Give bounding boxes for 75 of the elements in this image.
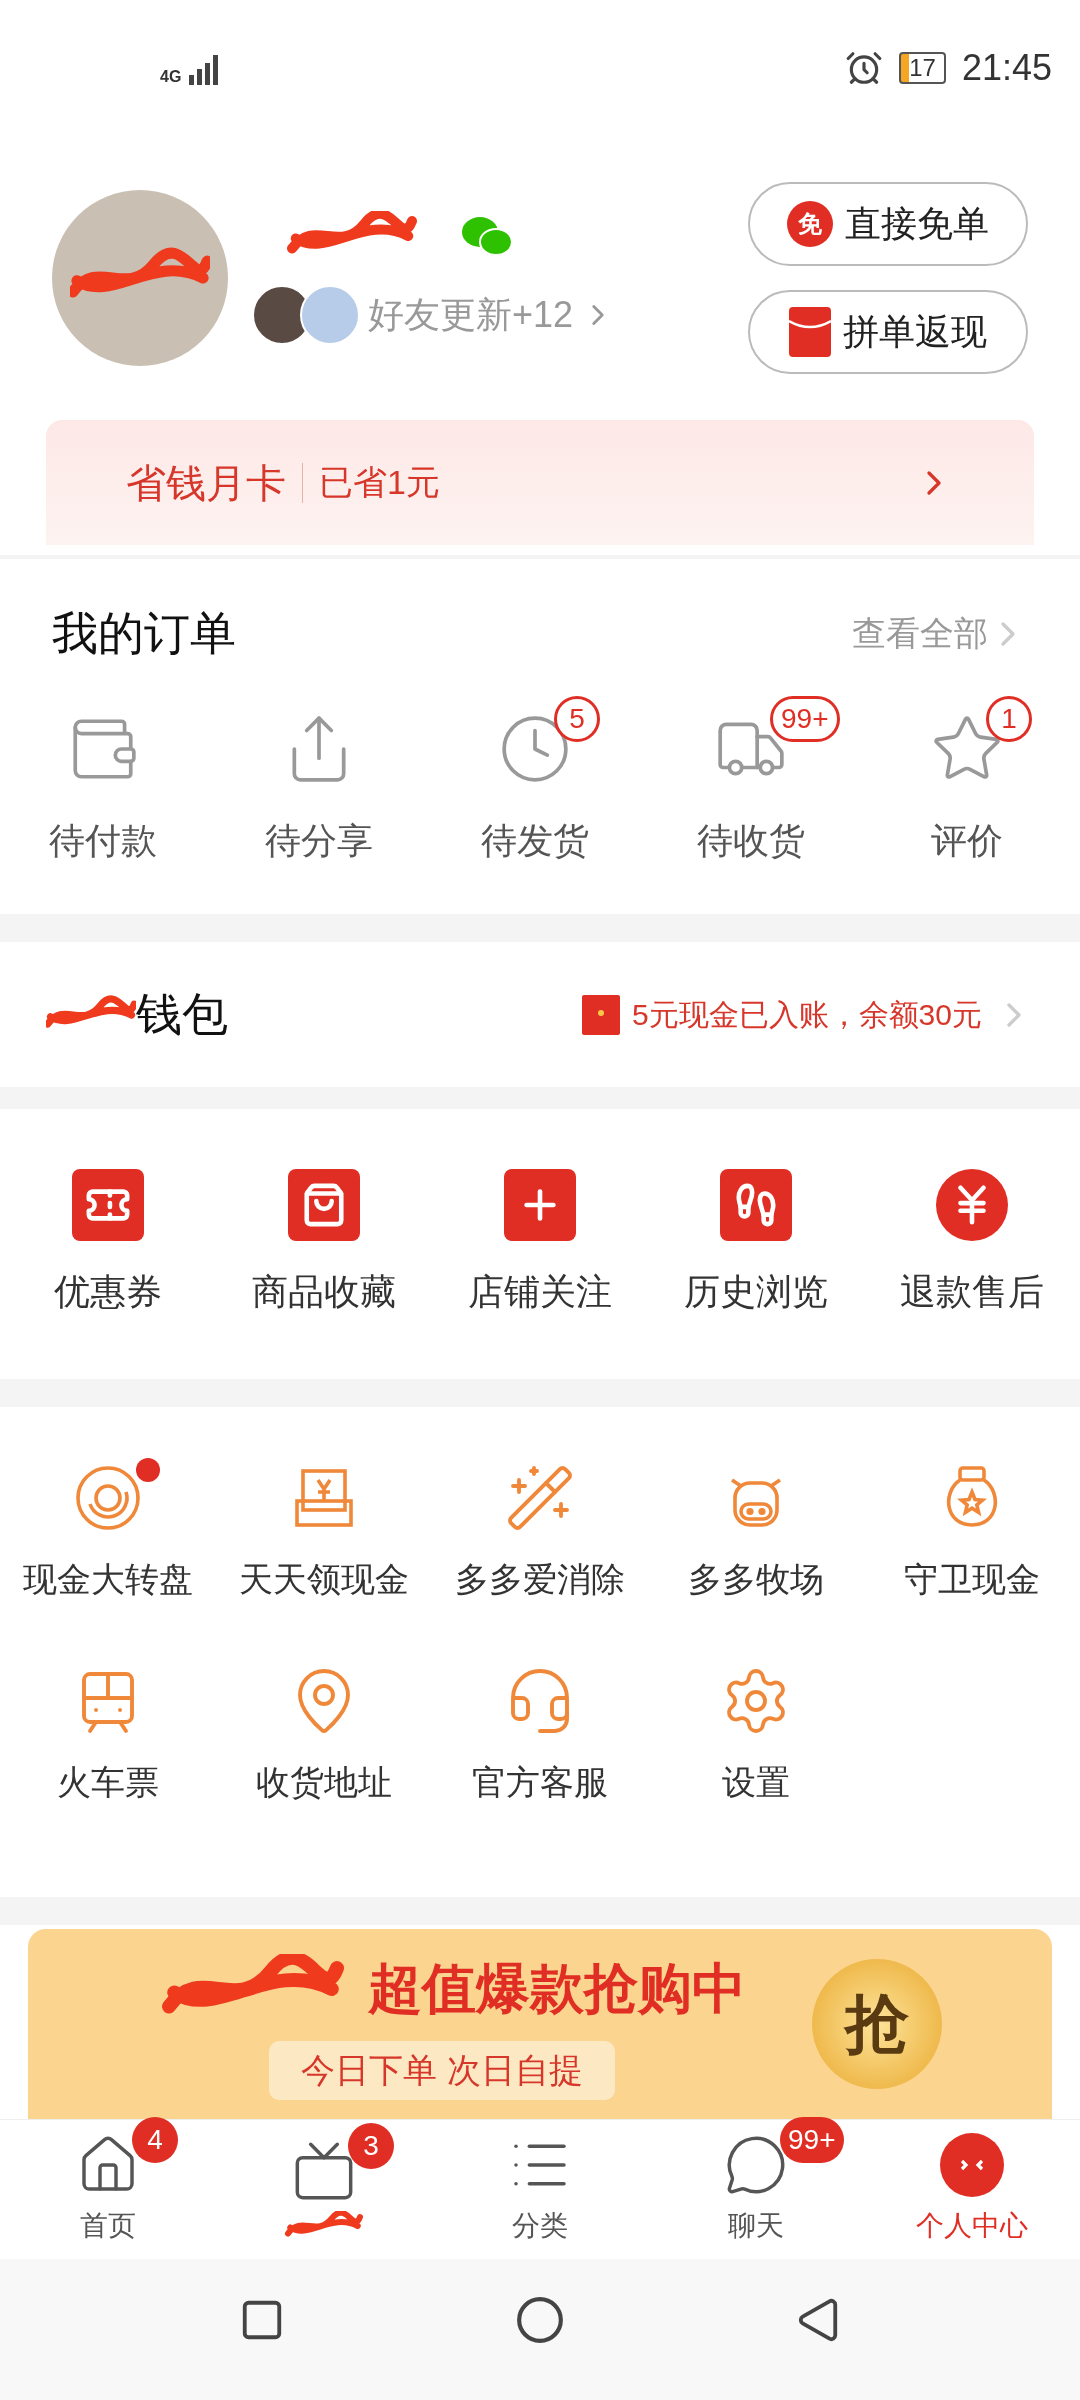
section-title: 钱包 bbox=[136, 987, 228, 1042]
count-badge: 5 bbox=[554, 696, 600, 742]
envelope-icon bbox=[789, 306, 831, 357]
shortcut-item[interactable]: 商品收藏 bbox=[216, 1169, 432, 1319]
promo-banner[interactable]: 超值爆款抢购中 今日下单 次日自提 抢 bbox=[28, 1929, 1052, 2119]
savings-card-title: 省钱月卡 bbox=[126, 459, 286, 507]
order-status-item[interactable]: 待分享 bbox=[216, 692, 432, 868]
shortcut-label: 店铺关注 bbox=[468, 1270, 612, 1314]
tool-label: 多多牧场 bbox=[688, 1559, 824, 1600]
tab-bar-item[interactable]: 个人中心 bbox=[864, 2120, 1080, 2259]
order-status-label: 待付款 bbox=[49, 819, 157, 863]
shortcut-item[interactable]: 优惠券 bbox=[0, 1169, 216, 1319]
tool-label: 设置 bbox=[722, 1762, 790, 1803]
tab-bar-item[interactable]: 3 bbox=[216, 2120, 432, 2259]
order-status-item[interactable]: 5 待发货 bbox=[432, 692, 648, 868]
tool-label: 官方客服 bbox=[472, 1762, 608, 1803]
tool-item[interactable]: 官方客服 bbox=[432, 1665, 648, 1808]
clock-time: 21:45 bbox=[961, 45, 1052, 90]
tool-item[interactable]: 设置 bbox=[648, 1665, 864, 1808]
smile-face-icon bbox=[940, 2132, 1004, 2197]
order-status-item[interactable]: 99+ 待收货 bbox=[648, 692, 864, 868]
count-badge: 1 bbox=[986, 696, 1032, 742]
battery-indicator: 17 bbox=[899, 51, 946, 84]
ticket-icon bbox=[72, 1169, 144, 1241]
profile-action-button[interactable]: 免 直接免单 bbox=[748, 181, 1028, 266]
banner-subtitle: 今日下单 次日自提 bbox=[269, 2041, 615, 2100]
network-label: 4G bbox=[160, 68, 182, 85]
tool-item[interactable]: 收货地址 bbox=[216, 1665, 432, 1808]
tab-label: 首页 bbox=[80, 2208, 136, 2243]
tab-bar-item[interactable]: 分类 bbox=[432, 2120, 648, 2259]
tab-label: 分类 bbox=[512, 2208, 568, 2243]
shortcut-item[interactable]: 历史浏览 bbox=[648, 1169, 864, 1319]
tool-label: 现金大转盘 bbox=[23, 1559, 193, 1600]
order-status-label: 待发货 bbox=[481, 819, 589, 863]
tool-item[interactable]: 火车票 bbox=[0, 1665, 216, 1808]
tool-label: 天天领现金 bbox=[239, 1559, 409, 1600]
home-button[interactable] bbox=[515, 2294, 565, 2345]
tool-item[interactable]: 多多牧场 bbox=[648, 1462, 864, 1605]
tab-label: 聊天 bbox=[728, 2208, 784, 2243]
section-title: 我的订单 bbox=[52, 606, 236, 661]
envelope-icon bbox=[581, 994, 620, 1035]
profile-action-button[interactable]: 拼单返现 bbox=[748, 289, 1028, 374]
wallet-notice[interactable]: 5元现金已入账，余额30元 bbox=[631, 992, 982, 1037]
shortcut-label: 商品收藏 bbox=[252, 1270, 396, 1314]
order-status-item[interactable]: 待付款 bbox=[0, 692, 216, 868]
tool-item[interactable]: 守卫现金 bbox=[864, 1462, 1080, 1605]
plus-shield-icon bbox=[504, 1169, 576, 1241]
count-badge: 3 bbox=[348, 2122, 394, 2169]
count-badge: 99+ bbox=[780, 2116, 844, 2163]
tab-label: 个人中心 bbox=[916, 2208, 1028, 2243]
savings-card[interactable]: 省钱月卡 已省1元 bbox=[46, 420, 1034, 545]
shortcut-label: 优惠券 bbox=[54, 1270, 162, 1314]
count-badge: 4 bbox=[132, 2116, 178, 2163]
tool-label: 火车票 bbox=[57, 1762, 159, 1803]
shopping-bag-icon bbox=[288, 1169, 360, 1241]
tool-label: 守卫现金 bbox=[904, 1559, 1040, 1600]
tool-item[interactable]: 现金大转盘 bbox=[0, 1462, 216, 1605]
shortcut-item[interactable]: 退款售后 bbox=[864, 1169, 1080, 1319]
tool-label: 多多爱消除 bbox=[455, 1559, 625, 1600]
banner-title: 超值爆款抢购中 bbox=[368, 1957, 746, 2020]
tool-label: 收货地址 bbox=[256, 1762, 392, 1803]
shortcut-label: 历史浏览 bbox=[684, 1270, 828, 1314]
order-status-label: 评价 bbox=[931, 819, 1003, 863]
order-status-label: 待收货 bbox=[697, 819, 805, 863]
free-badge: 免 bbox=[787, 200, 833, 247]
savings-amount: 已省1元 bbox=[319, 462, 441, 503]
shortcut-label: 退款售后 bbox=[900, 1270, 1044, 1314]
grab-button[interactable]: 抢 bbox=[812, 1959, 942, 2089]
footprint-icon bbox=[720, 1169, 792, 1241]
order-status-label: 待分享 bbox=[265, 819, 373, 863]
order-status-item[interactable]: 1 评价 bbox=[864, 692, 1080, 868]
tool-item[interactable]: 天天领现金 bbox=[216, 1462, 432, 1605]
count-badge: 99+ bbox=[770, 696, 840, 742]
shortcut-item[interactable]: 店铺关注 bbox=[432, 1169, 648, 1319]
tool-item[interactable]: 多多爱消除 bbox=[432, 1462, 648, 1605]
